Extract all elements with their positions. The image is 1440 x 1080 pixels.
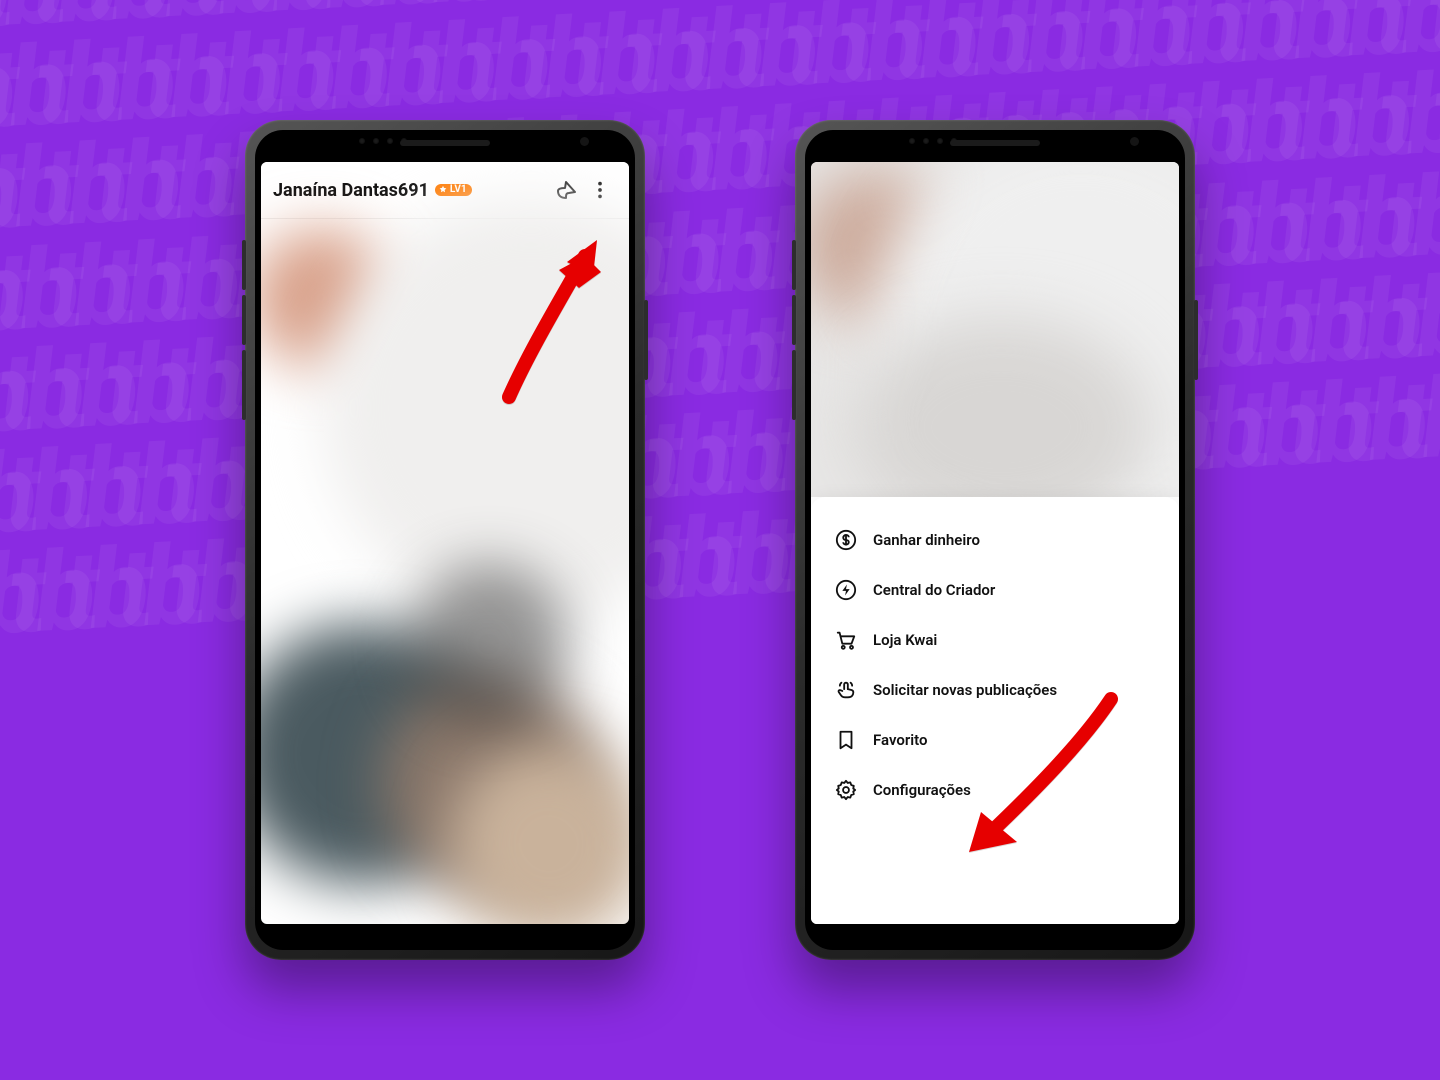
screen-profile: Janaína Dantas691 LV1 bbox=[261, 162, 629, 924]
hw-earpiece bbox=[400, 140, 490, 146]
phone-right: Ganhar dinheiro Central do Criador Loja … bbox=[795, 120, 1195, 960]
hw-front-camera bbox=[580, 137, 589, 146]
hw-power bbox=[644, 300, 648, 380]
cart-icon bbox=[835, 629, 857, 651]
bolt-icon bbox=[835, 579, 857, 601]
menu-item-label: Central do Criador bbox=[873, 581, 995, 599]
menu-item-configuracoes[interactable]: Configurações bbox=[821, 765, 1169, 815]
hw-volume-down bbox=[792, 295, 796, 345]
menu-item-loja-kwai[interactable]: Loja Kwai bbox=[821, 615, 1169, 665]
hw-power bbox=[1194, 300, 1198, 380]
hw-volume-up bbox=[242, 240, 246, 290]
hw-volume-down bbox=[242, 295, 246, 345]
menu-item-central-criador[interactable]: Central do Criador bbox=[821, 565, 1169, 615]
menu-item-ganhar-dinheiro[interactable]: Ganhar dinheiro bbox=[821, 515, 1169, 565]
hw-earpiece bbox=[950, 140, 1040, 146]
profile-username: Janaína Dantas691 bbox=[273, 180, 429, 201]
menu-item-label: Configurações bbox=[873, 781, 971, 799]
stage: Janaína Dantas691 LV1 bbox=[0, 0, 1440, 1080]
bottom-sheet: Ganhar dinheiro Central do Criador Loja … bbox=[811, 497, 1179, 924]
bookmark-icon bbox=[835, 729, 857, 751]
hw-front-camera bbox=[1130, 137, 1139, 146]
level-badge-text: LV1 bbox=[450, 185, 467, 195]
share-icon bbox=[554, 178, 578, 202]
tap-icon bbox=[835, 679, 857, 701]
screen-menu: Ganhar dinheiro Central do Criador Loja … bbox=[811, 162, 1179, 924]
gear-icon bbox=[835, 779, 857, 801]
hw-bixby bbox=[242, 350, 246, 420]
menu-item-solicitar-publicacoes[interactable]: Solicitar novas publicações bbox=[821, 665, 1169, 715]
menu-item-label: Solicitar novas publicações bbox=[873, 681, 1057, 699]
dollar-icon bbox=[835, 529, 857, 551]
menu-item-label: Loja Kwai bbox=[873, 631, 937, 649]
menu-item-favorito[interactable]: Favorito bbox=[821, 715, 1169, 765]
menu-item-label: Ganhar dinheiro bbox=[873, 531, 980, 549]
phone-left: Janaína Dantas691 LV1 bbox=[245, 120, 645, 960]
profile-top-blurred bbox=[811, 162, 1179, 497]
profile-body-blurred bbox=[261, 218, 629, 924]
hw-bixby bbox=[792, 350, 796, 420]
menu-item-label: Favorito bbox=[873, 731, 927, 749]
more-vertical-icon bbox=[589, 179, 611, 201]
hw-volume-up bbox=[792, 240, 796, 290]
level-badge: LV1 bbox=[435, 184, 472, 196]
more-menu-button[interactable] bbox=[583, 173, 617, 207]
